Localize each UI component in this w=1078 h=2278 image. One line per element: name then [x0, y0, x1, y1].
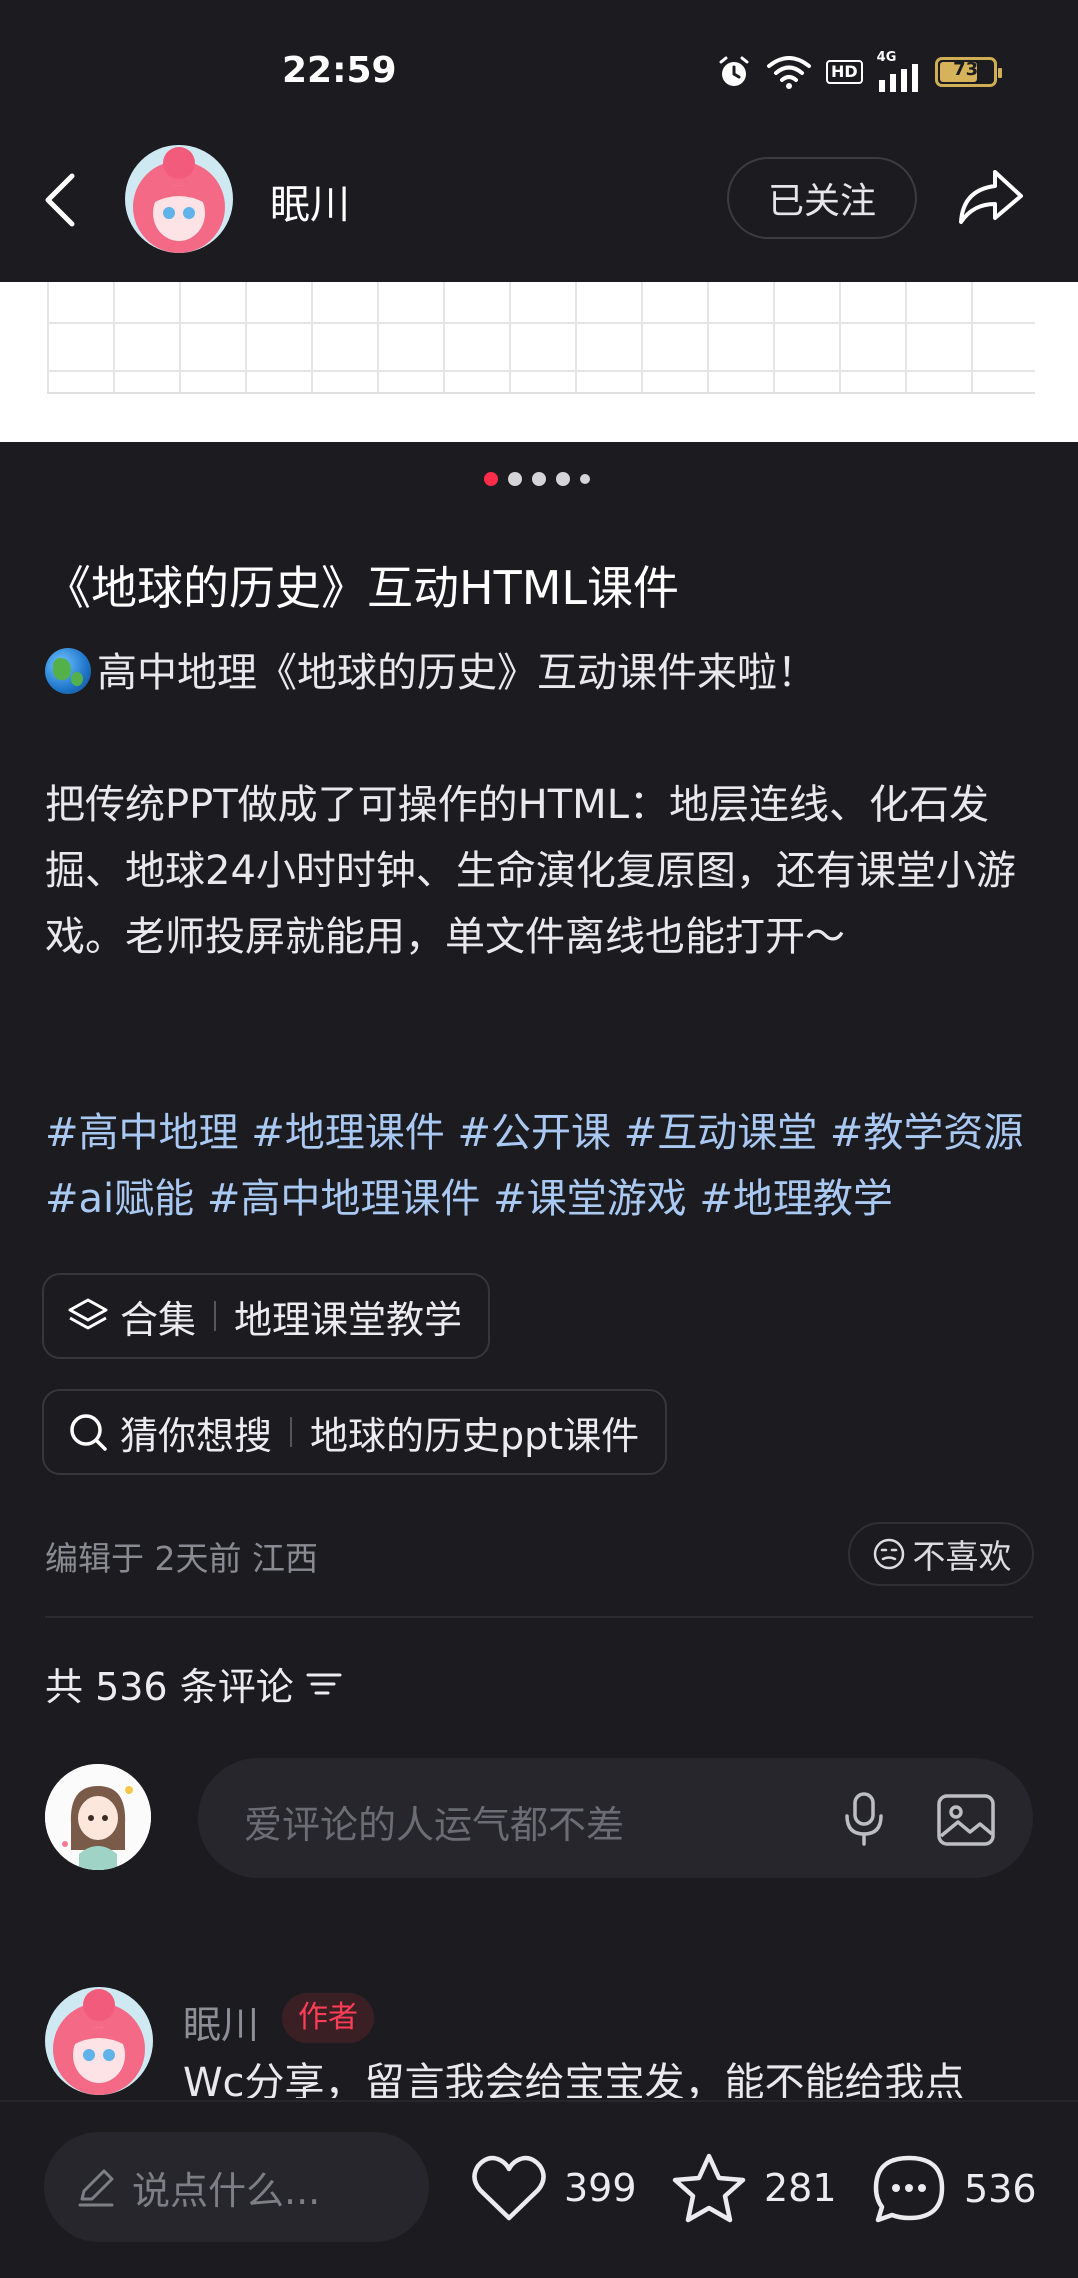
signal-icon: 4G — [876, 50, 921, 92]
microphone-icon[interactable] — [834, 1788, 894, 1848]
heart-icon — [472, 2155, 546, 2221]
collection-label: 合集 — [120, 1297, 197, 1342]
alarm-icon — [719, 56, 749, 86]
page-dot — [508, 472, 522, 486]
comment-count: 共 536 条评论 — [45, 1665, 294, 1709]
like-count: 399 — [564, 2166, 637, 2210]
status-icons: HD 4G 73 — [716, 50, 1002, 92]
comment-input[interactable]: 爱评论的人运气都不差 — [198, 1758, 1033, 1878]
author-name[interactable]: 眠川 — [270, 172, 350, 230]
dislike-label: 不喜欢 — [912, 1537, 1012, 1576]
pencil-icon — [78, 2169, 114, 2207]
chip-separator — [214, 1301, 217, 1331]
star-icon — [672, 2153, 746, 2223]
wifi-icon — [767, 56, 811, 89]
comment-input-placeholder: 爱评论的人运气都不差 — [244, 1803, 625, 1847]
chip-separator — [290, 1417, 293, 1447]
page-dot — [556, 472, 570, 486]
battery-level: 73 — [953, 59, 979, 80]
say-something-placeholder: 说点什么... — [132, 2168, 321, 2213]
battery-icon: 73 — [934, 57, 1002, 87]
author-badge: 作者 — [282, 1993, 374, 2043]
post-title: 《地球的历史》互动HTML课件 — [45, 561, 680, 615]
chevron-left-icon — [45, 173, 75, 227]
collection-name: 地理课堂教学 — [234, 1297, 463, 1342]
meh-face-icon — [873, 1538, 904, 1570]
share-icon — [959, 170, 1023, 224]
image-grid — [47, 282, 1035, 394]
status-time: 22:59 — [282, 50, 397, 91]
comment-count-header: 共 536 条评论 — [45, 1656, 344, 1711]
divider — [45, 1616, 1033, 1618]
status-bar: 22:59 HD 4G 73 — [0, 0, 1078, 140]
layers-icon — [68, 1298, 108, 1330]
back-button[interactable] — [36, 170, 86, 230]
search-suggestion-chip[interactable]: 猜你想搜 地球的历史ppt课件 — [42, 1389, 668, 1475]
my-avatar — [45, 1764, 151, 1870]
share-button[interactable] — [955, 160, 1027, 232]
comment-button[interactable]: 536 — [870, 2152, 1037, 2226]
edit-info: 编辑于 2天前 江西 — [45, 1539, 318, 1578]
like-button[interactable]: 399 — [470, 2152, 637, 2224]
search-suggestion-label: 猜你想搜 — [120, 1413, 273, 1458]
say-something-input[interactable]: 说点什么... — [44, 2132, 429, 2242]
author-avatar[interactable] — [125, 145, 233, 253]
post-image[interactable] — [0, 282, 1078, 442]
comment-count-bottom: 536 — [964, 2167, 1037, 2211]
dislike-button[interactable]: 不喜欢 — [848, 1522, 1034, 1586]
favorite-button[interactable]: 281 — [670, 2152, 837, 2224]
chat-bubble-icon — [873, 2155, 945, 2223]
comment-text[interactable]: Wc分享，留言我会给宝宝发，能不能给我点 — [183, 2058, 1053, 2098]
post-body: 高中地理《地球的历史》互动课件来啦！ 把传统PPT做成了可操作的HTML：地层连… — [45, 640, 1035, 970]
network-type: 4G — [876, 50, 897, 65]
collection-chip[interactable]: 合集 地理课堂教学 — [42, 1273, 491, 1359]
search-icon — [70, 1414, 107, 1451]
image-pagination — [484, 472, 590, 486]
page-dot — [484, 472, 498, 486]
follow-button[interactable]: 已关注 — [727, 157, 917, 239]
page-dot — [532, 472, 546, 486]
image-icon[interactable] — [934, 1788, 998, 1852]
globe-icon — [45, 648, 91, 694]
sort-icon[interactable] — [304, 1667, 344, 1701]
post-intro: 高中地理《地球的历史》互动课件来啦！ — [97, 650, 817, 696]
post-hashtags[interactable]: #高中地理 #地理课件 #公开课 #互动课堂 #教学资源#ai赋能 #高中地理课… — [45, 1100, 1045, 1232]
hd-badge: HD — [826, 60, 863, 84]
post-description: 把传统PPT做成了可操作的HTML：地层连线、化石发掘、地球24小时时钟、生命演… — [45, 782, 1016, 960]
commenter-avatar[interactable] — [45, 1987, 153, 2095]
favorite-count: 281 — [764, 2166, 837, 2210]
search-suggestion-query: 地球的历史ppt课件 — [310, 1413, 640, 1458]
page-dot — [580, 474, 590, 484]
commenter-name[interactable]: 眠川 — [183, 1994, 259, 2049]
bottom-action-bar: 说点什么... 399 281 536 — [0, 2100, 1078, 2278]
